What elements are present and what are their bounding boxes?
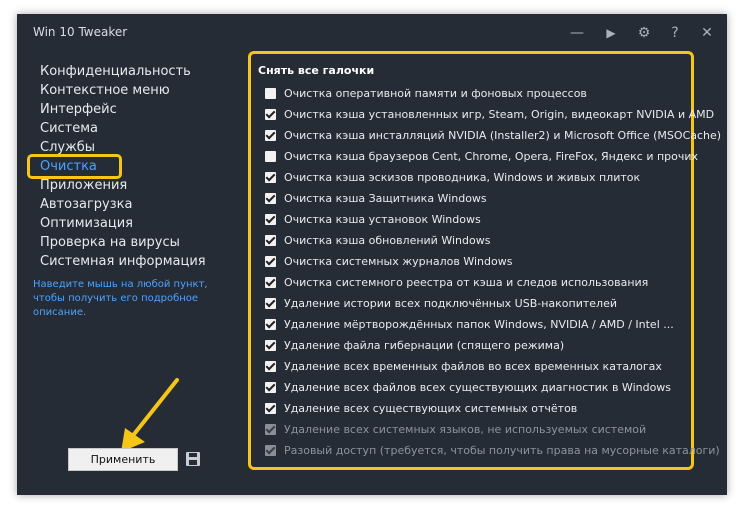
cleanup-option-row[interactable]: Удаление всех временных файлов во всех в… (265, 358, 662, 374)
option-checkbox[interactable] (265, 255, 276, 267)
option-checkbox[interactable] (265, 318, 276, 330)
cleanup-option-row[interactable]: Очистка кэша эскизов проводника, Windows… (265, 169, 640, 185)
option-checkbox[interactable] (265, 192, 276, 204)
option-label: Удаление всех системных языков, не испол… (284, 422, 647, 436)
option-label: Очистка кэша инсталляций NVIDIA (Install… (284, 128, 722, 142)
uncheck-all-link[interactable]: Снять все галочки (258, 64, 374, 77)
option-checkbox[interactable] (265, 171, 276, 183)
cleanup-option-row[interactable]: Очистка системных журналов Windows (265, 253, 512, 269)
option-label: Очистка кэша установленных игр, Steam, O… (284, 107, 715, 121)
app-window: Win 10 Tweaker — ▶ ⚙ ? ✕ Конфиденциально… (17, 14, 727, 495)
option-label: Очистка системного реестра от кэша и сле… (284, 275, 649, 289)
cleanup-option-row[interactable]: Удаление файла гибернации (спящего режим… (265, 337, 564, 353)
nav-item-privacy[interactable]: Конфиденциальность (40, 62, 191, 81)
nav-item-optimization[interactable]: Оптимизация (40, 214, 133, 233)
cleanup-option-row: Удаление всех системных языков, не испол… (265, 421, 646, 437)
option-label: Очистка кэша эскизов проводника, Windows… (284, 170, 641, 184)
option-checkbox[interactable] (265, 234, 276, 246)
option-label: Разовый доступ (требуется, чтобы получит… (284, 443, 720, 457)
cleanup-option-row: Разовый доступ (требуется, чтобы получит… (265, 442, 720, 458)
cleanup-option-row[interactable]: Очистка кэша Защитника Windows (265, 190, 487, 206)
cleanup-option-row[interactable]: Очистка системного реестра от кэша и сле… (265, 274, 648, 290)
option-checkbox[interactable] (265, 87, 276, 99)
cleanup-option-row[interactable]: Очистка кэша обновлений Windows (265, 232, 490, 248)
option-label: Удаление всех существующих системных отч… (284, 401, 578, 415)
option-label: Очистка кэша Защитника Windows (284, 191, 487, 205)
option-label: Очистка системных журналов Windows (284, 254, 513, 268)
option-checkbox[interactable] (265, 297, 276, 309)
minimize-icon[interactable]: — (565, 22, 589, 44)
option-checkbox (265, 444, 276, 456)
help-icon[interactable]: ? (663, 22, 687, 44)
cleanup-option-row[interactable]: Очистка кэша инсталляций NVIDIA (Install… (265, 127, 721, 143)
pointer-arrow (121, 378, 179, 452)
nav-item-interface[interactable]: Интерфейс (40, 100, 117, 119)
nav-item-startup[interactable]: Автозагрузка (40, 195, 132, 214)
option-label: Очистка кэша браузеров Cent, Chrome, Ope… (284, 149, 699, 163)
hint-text: Наведите мышь на любой пункт, чтобы полу… (33, 279, 208, 318)
cleanup-option-row[interactable]: Удаление всех существующих системных отч… (265, 400, 577, 416)
option-checkbox[interactable] (265, 360, 276, 372)
option-label: Удаление всех временных файлов во всех в… (284, 359, 662, 373)
nav-item-system[interactable]: Система (40, 119, 98, 138)
apply-button[interactable]: Применить (68, 448, 178, 471)
option-label: Удаление истории всех подключённых USB-н… (284, 296, 617, 310)
nav-item-virus-scan[interactable]: Проверка на вирусы (40, 233, 180, 252)
option-label: Удаление мёртворождённых папок Windows, … (284, 317, 674, 331)
active-nav-highlight (27, 154, 122, 179)
option-checkbox[interactable] (265, 381, 276, 393)
cleanup-option-row[interactable]: Очистка кэша установленных игр, Steam, O… (265, 106, 714, 122)
cleanup-option-row[interactable]: Удаление всех файлов всех существующих д… (265, 379, 671, 395)
option-checkbox[interactable] (265, 213, 276, 225)
cleanup-option-row[interactable]: Удаление мёртворождённых папок Windows, … (265, 316, 674, 332)
option-checkbox[interactable] (265, 129, 276, 141)
option-label: Удаление всех файлов всех существующих д… (284, 380, 672, 394)
cleanup-option-row[interactable]: Очистка оперативной памяти и фоновых про… (265, 85, 587, 101)
run-icon[interactable]: ▶ (599, 22, 623, 44)
option-label: Очистка оперативной памяти и фоновых про… (284, 86, 587, 100)
option-label: Очистка кэша установок Windows (284, 212, 481, 226)
window-title: Win 10 Tweaker (33, 25, 128, 39)
save-icon[interactable] (185, 451, 201, 467)
option-checkbox[interactable] (265, 150, 276, 162)
option-checkbox[interactable] (265, 402, 276, 414)
titlebar: Win 10 Tweaker — ▶ ⚙ ? ✕ (17, 14, 727, 52)
cleanup-option-row[interactable]: Очистка кэша установок Windows (265, 211, 481, 227)
option-checkbox[interactable] (265, 339, 276, 351)
cleanup-option-row[interactable]: Удаление истории всех подключённых USB-н… (265, 295, 617, 311)
cleanup-panel: Снять все галочки Очистка оперативной па… (248, 51, 721, 470)
option-checkbox[interactable] (265, 276, 276, 288)
cleanup-option-row[interactable]: Очистка кэша браузеров Cent, Chrome, Ope… (265, 148, 698, 164)
nav-item-context-menu[interactable]: Контекстное меню (40, 81, 170, 100)
nav-item-system-info[interactable]: Системная информация (40, 252, 206, 271)
gear-icon[interactable]: ⚙ (632, 22, 656, 44)
option-label: Очистка кэша обновлений Windows (284, 233, 491, 247)
option-label: Удаление файла гибернации (спящего режим… (284, 338, 565, 352)
option-checkbox[interactable] (265, 108, 276, 120)
option-checkbox (265, 423, 276, 435)
close-icon[interactable]: ✕ (695, 22, 719, 44)
